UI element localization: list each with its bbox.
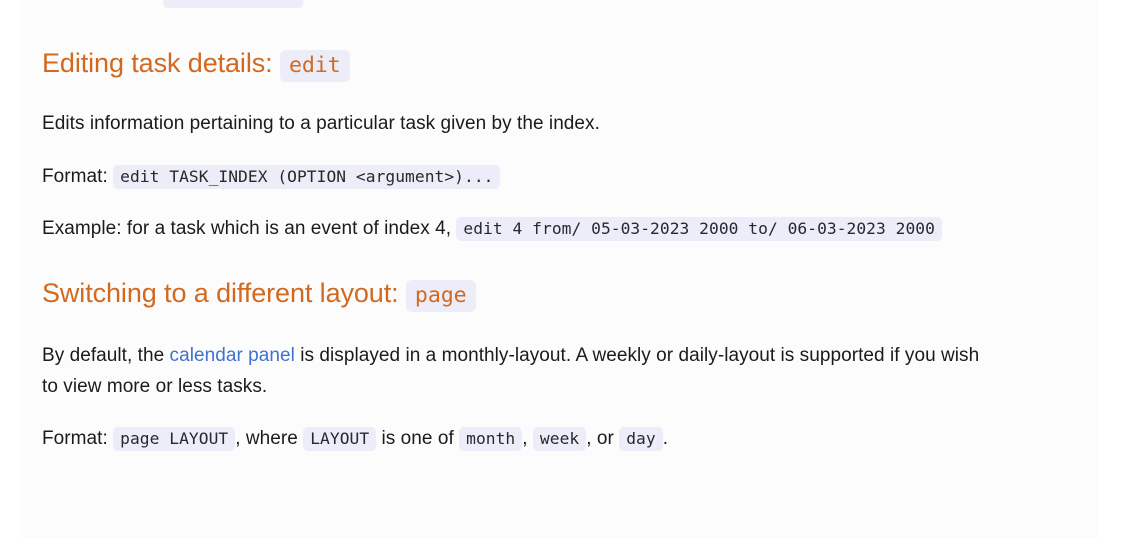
content-panel: Editing task details: edit Edits informa… bbox=[20, 0, 1098, 538]
format-label-edit: Format: bbox=[42, 165, 108, 187]
previous-section-code-badge bbox=[163, 0, 303, 8]
spacer-before-format-2 bbox=[42, 402, 1076, 424]
example-label-edit: Example: for a task which is an event of… bbox=[42, 218, 452, 240]
code-layout-token: LAYOUT bbox=[303, 427, 377, 452]
heading-code-edit: edit bbox=[279, 50, 350, 82]
paragraph-edit-description: Edits information pertaining to a partic… bbox=[42, 112, 600, 134]
heading-editing-task-details: Editing task details: edit bbox=[42, 46, 1076, 85]
paragraph-edit-format: Format: edit TASK_INDEX (OPTION <argumen… bbox=[42, 162, 1076, 193]
format-page-end: . bbox=[662, 428, 669, 450]
heading-code-page: page bbox=[405, 280, 476, 313]
link-calendar-panel[interactable]: calendar panel bbox=[170, 345, 295, 366]
spacer-before-example-1 bbox=[42, 192, 1076, 214]
spacer-before-second-heading bbox=[42, 245, 1076, 276]
code-option-month: month bbox=[459, 427, 523, 452]
previous-section-remnant bbox=[42, 0, 1076, 10]
spacer-after-heading-2 bbox=[42, 315, 1076, 341]
spacer-before-format-1 bbox=[42, 140, 1076, 162]
content-column: Editing task details: edit Edits informa… bbox=[20, 0, 1098, 455]
paragraph-layout-part1: By default, the bbox=[42, 344, 170, 366]
spacer-before-first-heading bbox=[42, 10, 1076, 46]
format-page-mid1: , where bbox=[235, 428, 304, 450]
documentation-page: Editing task details: edit Edits informa… bbox=[0, 0, 1134, 538]
code-page-layout: page LAYOUT bbox=[113, 427, 236, 452]
format-page-mid2: is one of bbox=[376, 428, 460, 450]
heading-editing-task-details-label: Editing task details: bbox=[42, 48, 273, 78]
format-label-page: Format: bbox=[42, 428, 108, 450]
paragraph-page-format: Format: page LAYOUT, where LAYOUT is one… bbox=[42, 424, 1076, 455]
spacer-after-heading-1 bbox=[42, 85, 1076, 109]
heading-switching-layout: Switching to a different layout: page bbox=[42, 276, 1076, 315]
code-option-day: day bbox=[619, 427, 663, 452]
code-edit-example: edit 4 from/ 05-03-2023 2000 to/ 06-03-2… bbox=[456, 217, 942, 242]
paragraph-edit-example: Example: for a task which is an event of… bbox=[42, 214, 1054, 245]
format-page-sep2: , or bbox=[586, 428, 620, 450]
format-page-sep1: , bbox=[522, 428, 533, 450]
paragraph-layout-description: By default, the calendar panel is displa… bbox=[42, 341, 992, 403]
code-edit-format: edit TASK_INDEX (OPTION <argument>)... bbox=[113, 164, 501, 189]
code-option-week: week bbox=[532, 427, 587, 452]
heading-switching-layout-label: Switching to a different layout: bbox=[42, 278, 399, 309]
